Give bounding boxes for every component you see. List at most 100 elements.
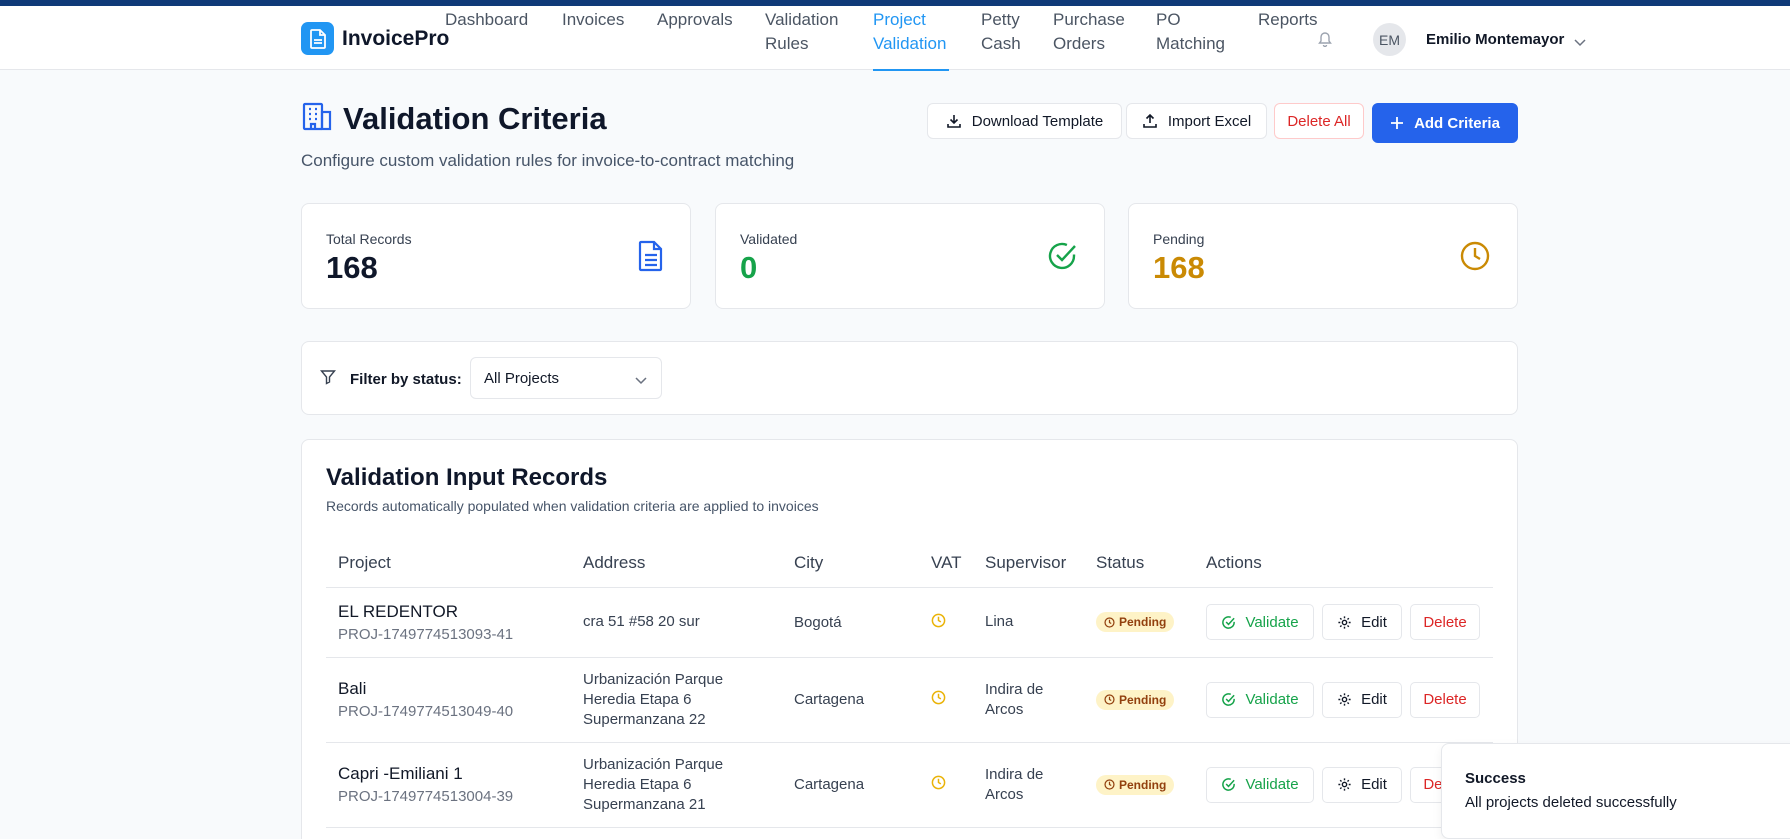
- edit-button[interactable]: Edit: [1322, 766, 1402, 803]
- supervisor: Lina: [985, 613, 1014, 630]
- stat-value: 0: [740, 250, 758, 285]
- filter-bar: Filter by status: All Projects: [301, 341, 1518, 415]
- top-navbar: InvoicePro Dashboard Invoices Approvals …: [0, 6, 1790, 71]
- validate-label: Validate: [1245, 691, 1299, 708]
- nav-invoices[interactable]: Invoices: [562, 6, 625, 70]
- validate-label: Validate: [1245, 776, 1299, 793]
- stat-label: Pending: [1153, 231, 1205, 247]
- building-icon: [301, 100, 333, 137]
- import-excel-label: Import Excel: [1167, 112, 1252, 130]
- city: Bogotá: [782, 587, 919, 658]
- edit-label: Edit: [1361, 613, 1387, 631]
- check-circle-icon: [1046, 240, 1078, 277]
- status-badge: Pending: [1096, 612, 1175, 632]
- document-icon: [638, 240, 664, 277]
- toast-title: Success: [1465, 770, 1526, 787]
- validate-button[interactable]: Validate: [1206, 604, 1314, 640]
- status-text: Pending: [1119, 777, 1167, 792]
- filter-label: Filter by status:: [350, 371, 462, 388]
- stat-value: 168: [326, 250, 378, 285]
- status-text: Pending: [1119, 692, 1167, 707]
- col-vat[interactable]: VAT: [919, 540, 973, 588]
- clock-icon: [1104, 694, 1115, 705]
- add-criteria-label: Add Criteria: [1414, 114, 1500, 132]
- status-filter-select[interactable]: All Projects: [470, 357, 662, 399]
- select-value: All Projects: [484, 370, 560, 387]
- add-criteria-button[interactable]: Add Criteria: [1372, 103, 1518, 143]
- supervisor: Arcos: [985, 700, 1024, 718]
- avatar[interactable]: EM: [1373, 23, 1406, 56]
- nav-approvals[interactable]: Approvals: [657, 6, 733, 70]
- project-name: Capri -Emiliani 1: [338, 764, 463, 783]
- supervisor: Arcos: [985, 785, 1024, 803]
- user-name[interactable]: Emilio Montemayor: [1426, 31, 1564, 48]
- delete-button[interactable]: Delete: [1410, 604, 1480, 640]
- table-row: Capri -Emiliani 1 PROJ-1749774513004-39 …: [326, 742, 1493, 828]
- check-circle-icon: [1222, 778, 1236, 791]
- gear-icon: [1338, 778, 1351, 791]
- validate-label: Validate: [1245, 613, 1299, 631]
- nav-project-validation[interactable]: Project Validation: [873, 6, 949, 71]
- download-template-label: Download Template: [971, 112, 1104, 130]
- page-header: Validation Criteria Configure custom val…: [301, 100, 794, 171]
- col-supervisor[interactable]: Supervisor: [973, 540, 1084, 588]
- nav-petty-cash[interactable]: Petty Cash: [981, 6, 1021, 70]
- nav-reports[interactable]: Reports: [1258, 6, 1320, 70]
- records-card: Validation Input Records Records automat…: [301, 439, 1518, 839]
- stat-value: 168: [1153, 250, 1205, 285]
- project-id: PROJ-1749774513004-39: [338, 788, 514, 805]
- stat-label: Validated: [740, 231, 798, 247]
- plus-icon: [1391, 117, 1404, 129]
- edit-button[interactable]: Edit: [1322, 604, 1402, 640]
- stat-card-pending: Pending 168: [1128, 203, 1518, 309]
- project-id: PROJ-1749774513093-41: [338, 625, 514, 643]
- clock-icon: [931, 613, 946, 632]
- col-project[interactable]: Project: [326, 540, 571, 588]
- clock-icon: [1104, 616, 1115, 628]
- col-status[interactable]: Status: [1084, 540, 1194, 588]
- validate-button[interactable]: Validate: [1206, 766, 1314, 803]
- nav-dashboard[interactable]: Dashboard: [445, 6, 530, 70]
- edit-label: Edit: [1361, 691, 1387, 708]
- download-template-button[interactable]: Download Template: [927, 103, 1122, 139]
- col-city[interactable]: City: [782, 540, 919, 588]
- success-toast[interactable]: Success All projects deleted successfull…: [1441, 743, 1790, 839]
- address-line: Urbanización Parque: [583, 755, 724, 773]
- address-line: Supermanzana 22: [583, 710, 706, 728]
- page-title: Validation Criteria: [343, 100, 607, 136]
- delete-button[interactable]: Delete: [1410, 681, 1480, 718]
- page-subtitle: Configure custom validation rules for in…: [301, 151, 795, 170]
- clock-icon: [1104, 779, 1115, 790]
- app-name: InvoicePro: [342, 26, 450, 50]
- records-title: Validation Input Records: [326, 464, 608, 491]
- clock-icon: [931, 775, 946, 794]
- stat-card-total: Total Records 168: [301, 203, 691, 309]
- col-address[interactable]: Address: [571, 540, 782, 588]
- address-line: cra 51 #58 20 sur: [583, 613, 700, 630]
- address-line: Supermanzana 21: [583, 795, 706, 813]
- records-table: Project Address City VAT Supervisor Stat…: [326, 540, 1493, 828]
- app-logo[interactable]: InvoicePro: [301, 22, 449, 55]
- city: Cartagena: [782, 742, 919, 828]
- filter-icon: [320, 369, 336, 390]
- delete-all-button[interactable]: Delete All: [1274, 103, 1364, 139]
- table-header-row: Project Address City VAT Supervisor Stat…: [326, 540, 1493, 588]
- chevron-down-icon[interactable]: [1574, 34, 1586, 52]
- address-line: Urbanización Parque: [583, 670, 724, 688]
- nav-po-matching[interactable]: PO Matching: [1156, 6, 1226, 70]
- clock-icon: [1459, 240, 1491, 277]
- supervisor: Indira de: [985, 680, 1044, 698]
- nav-purchase-orders[interactable]: Purchase Orders: [1053, 6, 1125, 70]
- edit-label: Edit: [1361, 776, 1387, 793]
- col-actions: Actions: [1194, 540, 1493, 588]
- validate-button[interactable]: Validate: [1206, 681, 1314, 718]
- gear-icon: [1338, 615, 1351, 629]
- import-excel-button[interactable]: Import Excel: [1126, 103, 1267, 139]
- project-name: EL REDENTOR: [338, 601, 458, 621]
- status-badge: Pending: [1096, 689, 1175, 710]
- edit-button[interactable]: Edit: [1322, 681, 1402, 718]
- table-row: EL REDENTOR PROJ-1749774513093-41 cra 51…: [326, 587, 1493, 658]
- bell-icon[interactable]: [1317, 30, 1333, 52]
- nav-validation-rules[interactable]: Validation Rules: [765, 6, 841, 70]
- main-nav: Dashboard Invoices Approvals Validation …: [445, 6, 1352, 71]
